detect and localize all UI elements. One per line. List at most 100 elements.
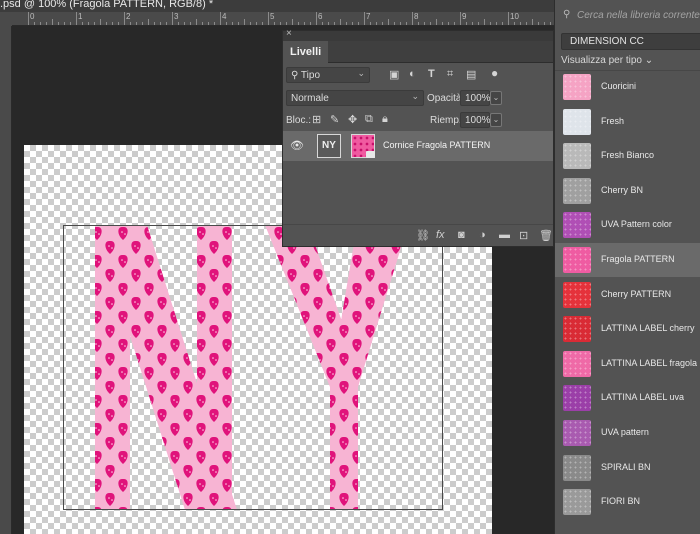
libraries-panel[interactable]: ⚲ Cerca nella libreria corrente DIMENSIO… [554,0,700,534]
library-item[interactable]: Fragola PATTERN [555,243,700,277]
lock-artboard-icon[interactable]: ⧉ [365,113,373,126]
shape-filter-icon[interactable]: ⌗ [447,68,453,81]
filter-toggle-icon[interactable]: ● [491,66,498,80]
link-icon[interactable]: ⛓︎ [416,229,430,242]
ruler-minor-tick [550,22,551,25]
close-icon[interactable]: × [286,28,292,39]
ruler-top[interactable]: 01234567891011 [12,12,554,26]
lock-pixels-icon[interactable]: ✎ [330,113,339,126]
fill-input[interactable]: 100% [460,112,491,128]
lock-transparency-icon[interactable]: ⊞ [312,113,321,126]
layer-row[interactable]: 👁︎ NY Cornice Fragola PATTERN [283,131,553,161]
ruler-minor-tick [64,22,65,25]
library-item[interactable]: Cherry BN [555,174,700,208]
view-by-type-toggle[interactable]: Visualizza per tipo ⌄ [561,55,653,66]
library-item[interactable]: Fresh [555,105,700,139]
library-item[interactable]: SPIRALI BN [555,451,700,485]
lock-row: Bloc.: ⊞ ✎ ✥ ⧉ 🔒︎ Riemp.: 100% ⌄ [283,111,553,131]
ruler-tick [508,12,509,25]
ruler-label: 4 [222,12,227,21]
ruler-minor-tick [160,22,161,25]
opacity-chevron-icon[interactable]: ⌄ [490,91,502,105]
library-item[interactable]: LATTINA LABEL uva [555,381,700,415]
library-search[interactable]: ⚲ Cerca nella libreria corrente [561,8,700,26]
smart-object-filter-icon[interactable]: ▤ [466,68,476,81]
ruler-label: 7 [366,12,371,21]
new-layer-icon[interactable]: ⊡ [519,229,528,242]
fx-icon[interactable]: fx [436,229,445,241]
library-item-name: Cuoricini [601,81,637,91]
lock-position-icon[interactable]: ✥ [348,113,357,126]
layers-panel[interactable]: × Livelli ⚲ Tipo ⌄ ▣ ◐ T ⌗ ▤ ● Normale ⌄… [282,28,554,247]
library-item[interactable]: LATTINA LABEL fragola [555,347,700,381]
ruler-tick [76,12,77,25]
tab-layers[interactable]: Livelli [283,41,329,63]
library-item[interactable]: Fresh Bianco [555,139,700,173]
ruler-minor-tick [142,22,143,25]
layer-name[interactable]: Cornice Fragola PATTERN [383,140,490,150]
library-item-name: Fresh [601,115,625,126]
ruler-minor-tick [58,22,59,25]
ruler-minor-tick [538,22,539,25]
adjustment-icon[interactable]: ◑ [479,229,486,241]
ruler-minor-tick [382,22,383,25]
fill-chevron-icon[interactable]: ⌄ [490,113,502,127]
ruler-tick [412,12,413,25]
library-selector[interactable]: DIMENSION CC [561,33,700,50]
ruler-minor-tick [136,22,137,25]
ruler-left[interactable] [0,26,12,534]
filter-kind-dropdown[interactable]: ⚲ Tipo ⌄ [286,67,370,83]
ruler-minor-tick [106,22,107,25]
ruler-minor-tick [322,22,323,25]
library-item[interactable]: UVA Pattern color [555,208,700,242]
library-item-swatch [563,247,591,273]
ruler-minor-tick [148,19,149,25]
library-item[interactable]: Cherry PATTERN [555,278,700,312]
ruler-minor-tick [190,22,191,25]
ruler-tick [460,12,461,25]
library-item[interactable]: Cuoricini [555,70,700,104]
ruler-minor-tick [274,22,275,25]
layers-panel-titlebar[interactable]: × [283,28,553,41]
ruler-minor-tick [520,22,521,25]
layers-bottom-toolbar: ⛓︎ fx ◙ ◑ ▬ ⊡ 🗑︎ [283,224,553,246]
library-item-swatch [563,489,591,516]
ruler-minor-tick [166,22,167,25]
type-filter-icon[interactable]: T [428,68,435,80]
library-item[interactable]: UVA pattern [555,416,700,450]
library-item-swatch [563,420,591,446]
ruler-minor-tick [82,22,83,25]
library-item-name: LATTINA LABEL fragola [601,357,698,368]
visibility-eye-icon[interactable]: 👁︎ [290,139,304,152]
ruler-minor-tick [196,19,197,25]
ruler-minor-tick [544,22,545,25]
ruler-label: 0 [30,12,35,21]
ruler-minor-tick [52,19,53,25]
ruler-minor-tick [256,22,257,25]
library-item[interactable]: FIORI BN [555,485,700,519]
folder-icon[interactable]: ▬ [499,229,510,241]
image-filter-icon[interactable]: ▣ [389,68,399,81]
blend-mode-dropdown[interactable]: Normale ⌄ [286,90,424,106]
ruler-minor-tick [154,22,155,25]
library-item-swatch [563,316,591,343]
ruler-tick [124,12,125,25]
ruler-minor-tick [334,22,335,25]
library-item[interactable]: LATTINA LABEL cherry [555,312,700,346]
adjustment-filter-icon[interactable]: ◐ [409,68,416,80]
lock-all-icon[interactable]: 🔒︎ [382,113,388,126]
chevron-down-icon: ⌄ [357,68,365,78]
layer-pattern-thumbnail [351,134,375,158]
mask-icon[interactable]: ◙ [458,229,465,241]
opacity-input[interactable]: 100% [460,90,491,106]
library-item-name: SPIRALI BN [601,461,651,472]
ruler-minor-tick [310,22,311,25]
trash-icon[interactable]: 🗑︎ [539,229,553,242]
library-item-name: FIORI BN [601,496,641,507]
ruler-label: 2 [126,12,131,21]
document-tab[interactable]: .psd @ 100% (Fragola PATTERN, RGB/8) * [0,0,554,12]
ruler-minor-tick [526,22,527,25]
ruler-minor-tick [298,22,299,25]
library-item-name: Fragola PATTERN [601,254,675,264]
library-item-name: UVA pattern [601,427,649,437]
